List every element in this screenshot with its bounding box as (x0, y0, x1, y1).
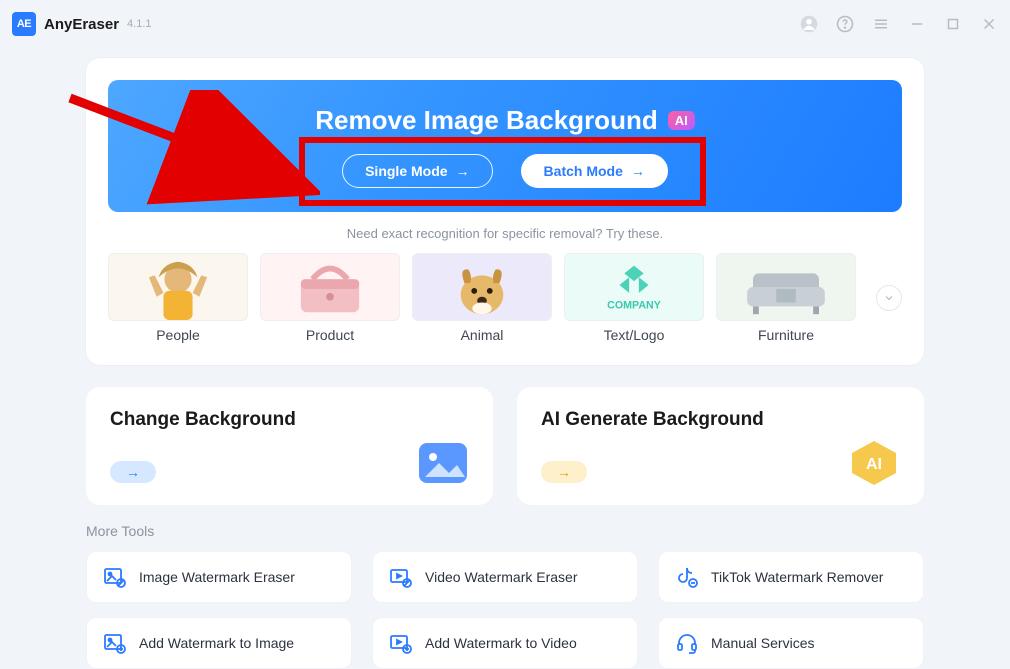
ai-generate-background-card[interactable]: AI Generate Background → AI (517, 387, 924, 505)
category-product[interactable]: Product (260, 253, 400, 343)
category-label: Animal (412, 327, 552, 343)
app-logo: AE (12, 12, 36, 36)
hero-card: Remove Image Background AI Single Mode →… (86, 58, 924, 365)
logo-thumb-icon: COMPANY (565, 254, 703, 320)
tool-label: Image Watermark Eraser (139, 569, 295, 585)
arrow-right-icon: → (456, 163, 470, 179)
single-mode-button[interactable]: Single Mode → (342, 154, 492, 188)
svg-text:COMPANY: COMPANY (607, 299, 661, 311)
tool-label: Add Watermark to Image (139, 635, 294, 651)
tool-add-watermark-image[interactable]: Add Watermark to Image (86, 617, 352, 669)
close-icon[interactable] (980, 15, 998, 33)
ai-badge: AI (668, 111, 695, 130)
tiktok-icon (675, 565, 699, 589)
tool-label: TikTok Watermark Remover (711, 569, 883, 585)
hero-title-text: Remove Image Background (315, 105, 657, 136)
hero-title: Remove Image Background AI (315, 105, 694, 136)
category-label: Furniture (716, 327, 856, 343)
single-mode-label: Single Mode (365, 163, 447, 179)
category-animal[interactable]: Animal (412, 253, 552, 343)
batch-mode-label: Batch Mode (544, 163, 623, 179)
category-row: People Product (108, 253, 902, 343)
video-watermark-icon (389, 565, 413, 589)
change-background-card[interactable]: Change Background → (86, 387, 493, 505)
tool-add-watermark-video[interactable]: Add Watermark to Video (372, 617, 638, 669)
change-bg-arrow[interactable]: → (110, 461, 156, 483)
add-watermark-image-icon (103, 631, 127, 655)
batch-mode-button[interactable]: Batch Mode → (521, 154, 668, 188)
change-bg-title: Change Background (110, 409, 469, 431)
app-version: 4.1.1 (127, 18, 151, 30)
category-label: People (108, 327, 248, 343)
headset-icon (675, 631, 699, 655)
tool-manual-services[interactable]: Manual Services (658, 617, 924, 669)
tool-label: Add Watermark to Video (425, 635, 577, 651)
tool-label: Manual Services (711, 635, 815, 651)
svg-text:AI: AI (866, 456, 882, 473)
scroll-next-button[interactable] (876, 285, 902, 311)
app-name: AnyEraser (44, 16, 119, 33)
help-icon[interactable] (836, 15, 854, 33)
add-watermark-video-icon (389, 631, 413, 655)
image-watermark-icon (103, 565, 127, 589)
image-icon (417, 439, 469, 487)
titlebar-actions (800, 15, 998, 33)
ai-gen-arrow[interactable]: → (541, 461, 587, 483)
hero-banner: Remove Image Background AI Single Mode →… (108, 80, 902, 212)
minimize-icon[interactable] (908, 15, 926, 33)
more-tools-heading: More Tools (86, 523, 924, 539)
animal-thumb-icon (413, 254, 551, 320)
category-text-logo[interactable]: COMPANY Text/Logo (564, 253, 704, 343)
titlebar: AE AnyEraser 4.1.1 (0, 0, 1010, 48)
category-label: Product (260, 327, 400, 343)
category-label: Text/Logo (564, 327, 704, 343)
hero-hint: Need exact recognition for specific remo… (108, 226, 902, 241)
furniture-thumb-icon (717, 254, 855, 320)
menu-icon[interactable] (872, 15, 890, 33)
people-thumb-icon (109, 254, 247, 320)
product-thumb-icon (261, 254, 399, 320)
maximize-icon[interactable] (944, 15, 962, 33)
category-furniture[interactable]: Furniture (716, 253, 856, 343)
profile-icon[interactable] (800, 15, 818, 33)
category-people[interactable]: People (108, 253, 248, 343)
arrow-right-icon: → (631, 163, 645, 179)
ai-hexagon-icon: AI (848, 439, 900, 487)
tool-video-watermark-eraser[interactable]: Video Watermark Eraser (372, 551, 638, 603)
tool-tiktok-watermark-remover[interactable]: TikTok Watermark Remover (658, 551, 924, 603)
ai-gen-title: AI Generate Background (541, 409, 900, 431)
tool-image-watermark-eraser[interactable]: Image Watermark Eraser (86, 551, 352, 603)
tool-label: Video Watermark Eraser (425, 569, 578, 585)
